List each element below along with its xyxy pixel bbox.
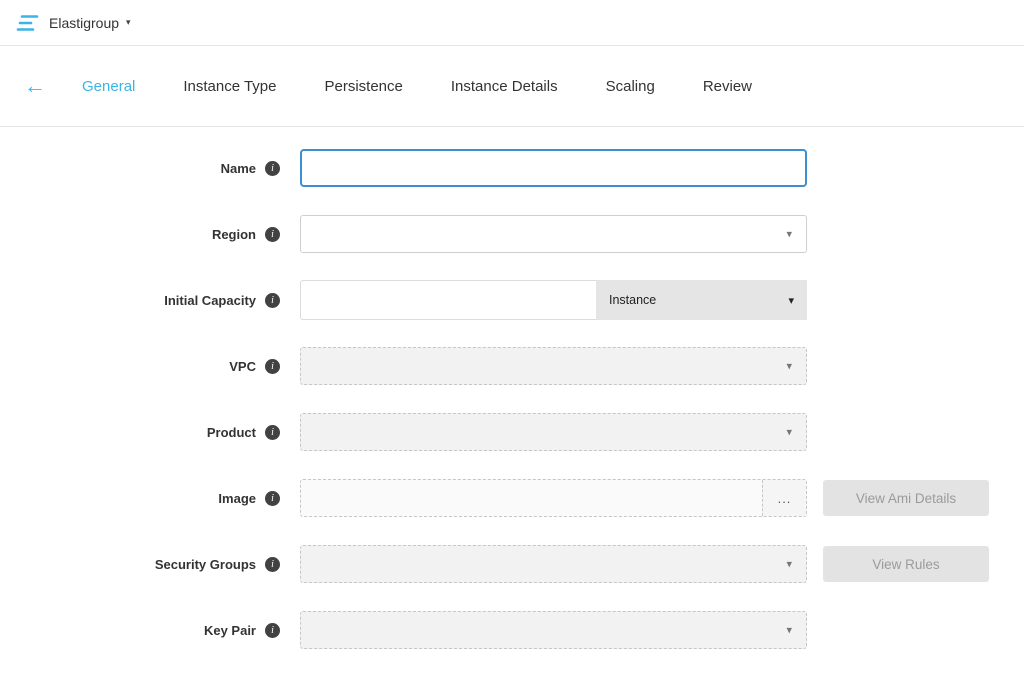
vpc-select: ▾ [300,347,807,385]
chevron-down-icon: ▾ [786,360,792,373]
vpc-label: VPC [229,359,256,374]
name-input[interactable] [300,149,807,187]
form-row-security-groups: Security Groups i ▾ View Rules [0,544,1024,584]
form-row-image: Image i ... View Ami Details [0,478,1024,518]
chevron-down-icon: ▾ [786,624,792,637]
chevron-down-icon: ▾ [786,558,792,571]
app-name: Elastigroup [49,15,119,31]
capacity-unit-select[interactable]: Instance ▾ [596,280,807,320]
info-icon[interactable]: i [265,425,280,440]
region-label: Region [212,227,256,242]
chevron-down-icon: ▾ [786,426,792,439]
top-bar: Elastigroup ▾ [0,0,1024,46]
info-icon[interactable]: i [265,161,280,176]
tab-review[interactable]: Review [703,78,752,95]
tab-instance-type[interactable]: Instance Type [183,78,276,95]
tab-persistence[interactable]: Persistence [325,78,403,95]
initial-capacity-label: Initial Capacity [164,293,256,308]
security-groups-label: Security Groups [155,557,256,572]
image-field: ... [300,479,807,517]
name-label: Name [221,161,256,176]
form-row-name: Name i [0,148,1024,188]
key-pair-select: ▾ [300,611,807,649]
image-label: Image [218,491,256,506]
tab-scaling[interactable]: Scaling [606,78,655,95]
form-row-vpc: VPC i ▾ [0,346,1024,386]
form-row-region: Region i ▾ [0,214,1024,254]
product-label: Product [207,425,256,440]
chevron-down-icon: ▾ [788,294,794,307]
initial-capacity-input[interactable] [300,280,596,320]
form-row-initial-capacity: Initial Capacity i Instance ▾ [0,280,1024,320]
form-row-product: Product i ▾ [0,412,1024,452]
image-browse-button[interactable]: ... [762,480,806,516]
wizard-tab-bar: ← General Instance Type Persistence Inst… [0,46,1024,127]
info-icon[interactable]: i [265,293,280,308]
tab-general[interactable]: General [82,78,135,95]
chevron-down-icon[interactable]: ▾ [126,17,131,28]
tab-instance-details[interactable]: Instance Details [451,78,558,95]
product-select: ▾ [300,413,807,451]
chevron-down-icon: ▾ [786,228,792,241]
info-icon[interactable]: i [265,359,280,374]
elastigroup-logo-icon [16,13,40,33]
back-arrow-icon[interactable]: ← [24,75,46,97]
key-pair-label: Key Pair [204,623,256,638]
capacity-unit-value: Instance [609,293,656,307]
image-value [301,480,762,516]
general-form: Name i Region i ▾ Initial Capacity i Ins… [0,127,1024,650]
view-ami-details-button[interactable]: View Ami Details [823,480,989,516]
security-groups-select: ▾ [300,545,807,583]
wizard-tabs: General Instance Type Persistence Instan… [82,78,752,95]
info-icon[interactable]: i [265,227,280,242]
region-select[interactable]: ▾ [300,215,807,253]
form-row-key-pair: Key Pair i ▾ [0,610,1024,650]
info-icon[interactable]: i [265,557,280,572]
view-rules-button[interactable]: View Rules [823,546,989,582]
info-icon[interactable]: i [265,491,280,506]
info-icon[interactable]: i [265,623,280,638]
